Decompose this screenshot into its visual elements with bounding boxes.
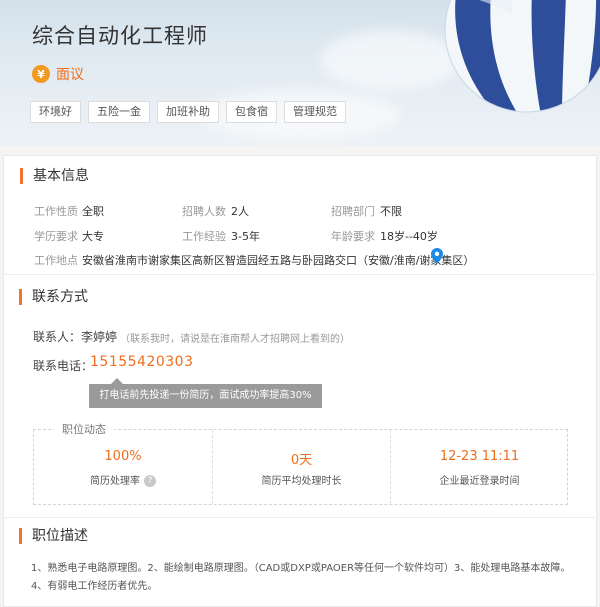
info-value: 不限 [380,205,402,218]
job-title: 综合自动化工程师 [32,24,208,48]
welfare-tag: 加班补助 [157,101,219,123]
info-label: 年龄要求 [331,230,375,243]
info-value: 全职 [82,205,104,218]
map-pin-icon[interactable] [431,248,443,264]
welfare-tag: 五险一金 [88,101,150,123]
info-label: 招聘人数 [182,205,226,218]
address-label: 工作地点 [34,254,78,267]
yen-icon: ¥ [32,65,50,83]
job-detail-card: 基本信息 工作性质 全职 招聘人数 2人 招聘部门 不限 学历要求 大专 工作经… [3,155,597,607]
info-label: 工作经验 [182,230,226,243]
salary-row: ¥ 面议 [32,64,84,84]
info-label: 工作性质 [34,205,78,218]
info-value: 18岁--40岁 [380,230,438,243]
basic-info-title: 基本信息 [20,168,89,184]
welfare-tag: 环境好 [30,101,81,123]
info-value: 大专 [82,230,104,243]
welfare-tag: 包食宿 [226,101,277,123]
hot-air-balloon-icon [444,0,600,113]
info-label: 招聘部门 [331,205,375,218]
address-text: 安徽省淮南市谢家集区高新区智造园经五路与卧园路交口（安徽/淮南/谢家集区） [82,254,475,267]
salary-text: 面议 [56,67,84,83]
welfare-tag: 管理规范 [284,101,346,123]
info-value: 3-5年 [231,230,260,243]
job-header: 综合自动化工程师 ¥ 面议 环境好 五险一金 加班补助 包食宿 管理规范 [0,0,600,146]
welfare-tags: 环境好 五险一金 加班补助 包食宿 管理规范 [30,101,346,123]
info-label: 学历要求 [34,230,78,243]
info-value: 2人 [231,205,249,218]
